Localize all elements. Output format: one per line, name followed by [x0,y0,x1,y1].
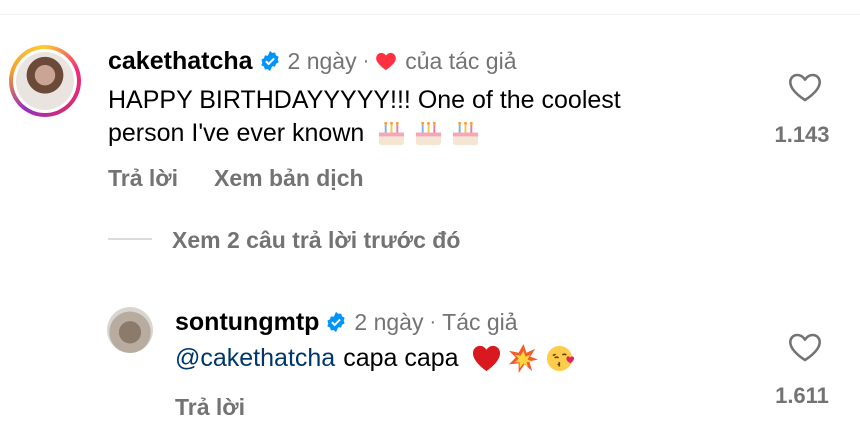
separator-dot: · [362,49,370,72]
reply-text: @cakethatcha capa capa [175,342,576,375]
collision-emoji [508,343,538,374]
comment-username[interactable]: cakethatcha [108,47,253,76]
top-divider [0,14,860,15]
author-label: Tác giả [442,308,518,335]
comment-text-line-2: person I've ever known [108,119,365,147]
birthday-cake-emoji [379,121,405,146]
verified-badge-icon [327,311,346,333]
verified-badge-icon [260,50,279,72]
red-heart-emoji [472,345,500,372]
reply-header: sontungmtp 2 ngày · Tác giả [175,306,518,338]
avatar [16,52,74,110]
reply-avatar[interactable] [107,307,153,353]
separator-dot: · [429,310,437,333]
like-heart-icon[interactable] [788,333,822,363]
comment-header: cakethatcha 2 ngày · của tác giả [108,44,517,78]
like-count: 1.143 [774,122,830,147]
comment-text: HAPPY BIRTHDAYYYYY!!! One of the coolest… [108,84,621,150]
author-liked-label: của tác giả [405,47,517,74]
view-previous-replies-button[interactable]: Xem 2 câu trả lời trước đó [172,227,460,254]
reply-text-body: capa capa [343,344,459,372]
replies-divider [108,238,152,240]
birthday-cake-emoji [453,121,479,146]
reply-button[interactable]: Trả lời [108,165,178,192]
like-count: 1.611 [775,383,829,408]
reply-time: 2 ngày [354,308,424,335]
kissing-face-emoji [546,345,574,372]
birthday-cake-emoji [416,121,442,146]
author-liked-heart-icon [376,52,397,71]
mention-link[interactable]: @cakethatcha [175,342,335,375]
comment-time: 2 ngày [287,47,357,74]
avatar-story-ring[interactable] [9,45,81,117]
see-translation-button[interactable]: Xem bản dịch [214,165,364,192]
reply-username[interactable]: sontungmtp [175,308,319,337]
like-heart-icon[interactable] [788,73,822,103]
reply-button[interactable]: Trả lời [175,394,245,421]
comment-text-line-1: HAPPY BIRTHDAYYYYY!!! One of the coolest [108,86,621,114]
